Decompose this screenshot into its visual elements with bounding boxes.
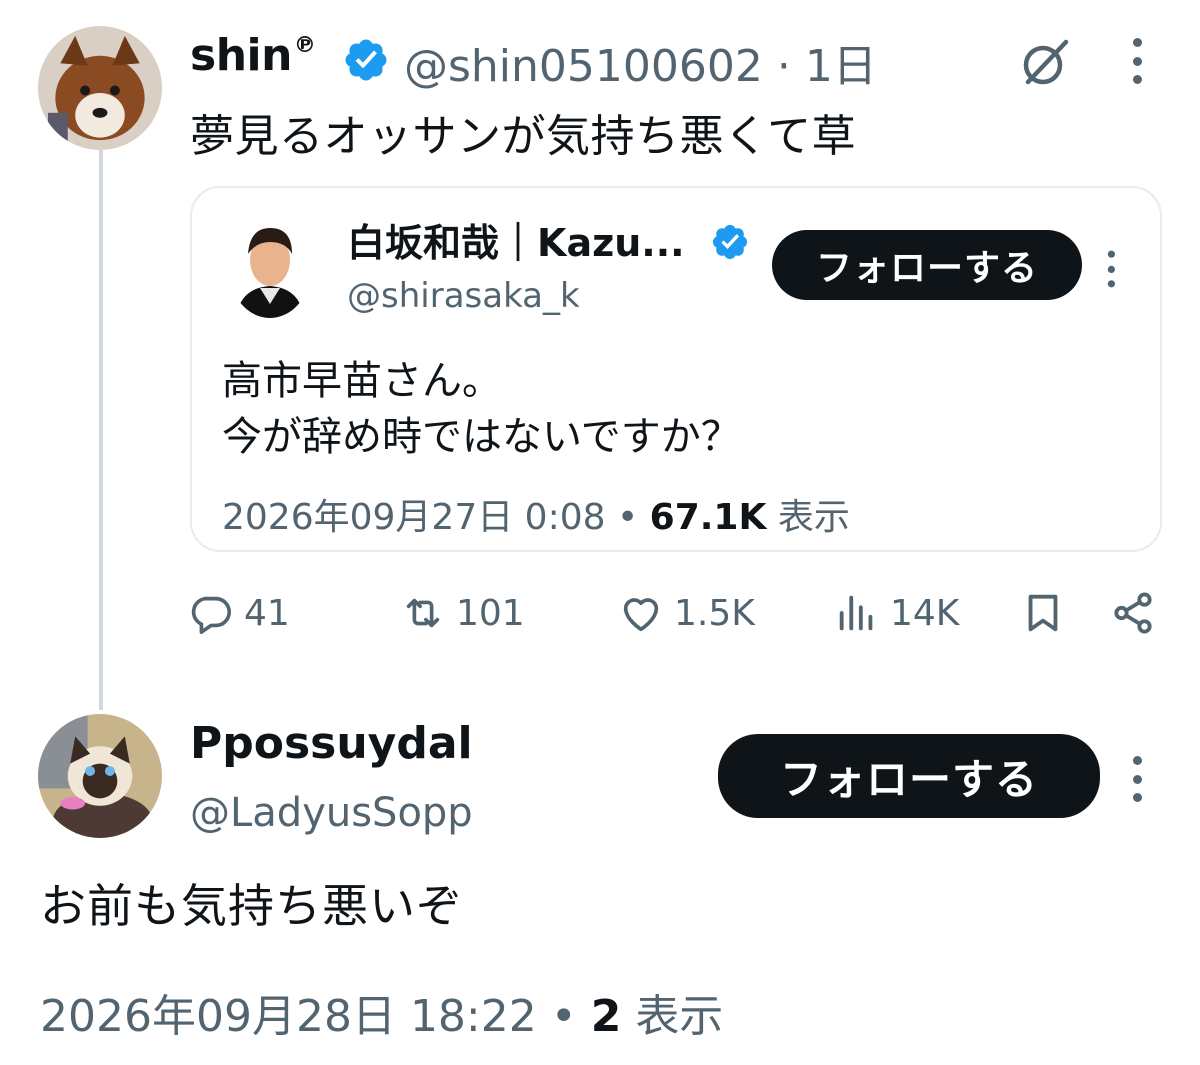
like-button[interactable]: 1.5K: [618, 590, 755, 636]
repost-count: 101: [456, 592, 525, 634]
share-icon: [1114, 592, 1152, 634]
reply-author-name[interactable]: Ppossuydal: [190, 718, 473, 769]
reply-timestamp[interactable]: 2026年09月28日 18:22 •: [40, 991, 577, 1042]
tweet-text: 夢見るオッサンが気持ち悪くて草: [190, 111, 857, 162]
quote-meta: 2026年09月27日 0:08 • 67.1K 表示: [222, 488, 850, 540]
quote-views-count: 67.1K: [649, 497, 767, 538]
bookmark-icon: [1028, 594, 1058, 632]
bookmark-button[interactable]: [1020, 590, 1076, 636]
author-name-text: shin: [190, 30, 292, 81]
views-button[interactable]: 14K: [834, 590, 959, 636]
author-name[interactable]: shin℗: [190, 30, 316, 81]
reply-author-avatar[interactable]: [38, 714, 162, 838]
reply-button[interactable]: 41: [188, 590, 290, 636]
views-chart-icon: [839, 595, 873, 631]
reply-author-handle[interactable]: @LadyusSopp: [190, 790, 473, 836]
reply-text: お前も気持ち悪いぞ: [40, 879, 463, 933]
reply-views-count: 2: [590, 991, 622, 1042]
person-avatar-image: [228, 214, 312, 318]
quote-author-handle[interactable]: @shirasaka_k: [347, 276, 580, 316]
quote-more-options-icon[interactable]: [1105, 250, 1116, 288]
reply-count: 41: [244, 592, 290, 634]
share-button[interactable]: [1110, 590, 1166, 636]
quote-timestamp[interactable]: 2026年09月27日 0:08 •: [222, 497, 638, 538]
author-avatar[interactable]: [38, 26, 162, 150]
quoted-tweet-card[interactable]: 白坂和哉｜Kazu... @shirasaka_k フォローする 高市早苗さん。…: [190, 186, 1162, 552]
grok-icon[interactable]: [1018, 36, 1072, 90]
more-options-icon[interactable]: [1130, 38, 1144, 84]
verified-badge-icon: [710, 222, 750, 262]
views-count: 14K: [890, 592, 960, 634]
cat-avatar-image: [38, 714, 162, 838]
reply-more-options-icon[interactable]: [1130, 756, 1144, 802]
quote-text-line-1: 高市早苗さん。: [222, 358, 502, 404]
verified-badge-icon: [342, 36, 390, 84]
heart-icon: [623, 598, 659, 632]
author-name-mark: ℗: [293, 33, 316, 58]
reply-views-label: 表示: [635, 991, 724, 1042]
quote-follow-button[interactable]: フォローする: [772, 230, 1082, 300]
quote-views-label: 表示: [777, 497, 850, 538]
reply-meta: 2026年09月28日 18:22 • 2 表示: [40, 980, 723, 1044]
repost-icon: [406, 598, 440, 628]
author-handle-time[interactable]: @shin05100602 · 1日: [404, 30, 877, 94]
like-count: 1.5K: [674, 592, 755, 634]
thread-connector-line: [99, 150, 103, 710]
dog-avatar-image: [38, 26, 162, 150]
quote-author-avatar[interactable]: [228, 214, 312, 318]
quote-text-line-2: 今が辞め時ではないですか？: [222, 414, 741, 460]
repost-button[interactable]: 101: [400, 590, 525, 636]
quote-author-name[interactable]: 白坂和哉｜Kazu...: [347, 212, 685, 267]
reply-icon: [191, 596, 232, 634]
reply-follow-button[interactable]: フォローする: [718, 734, 1100, 818]
